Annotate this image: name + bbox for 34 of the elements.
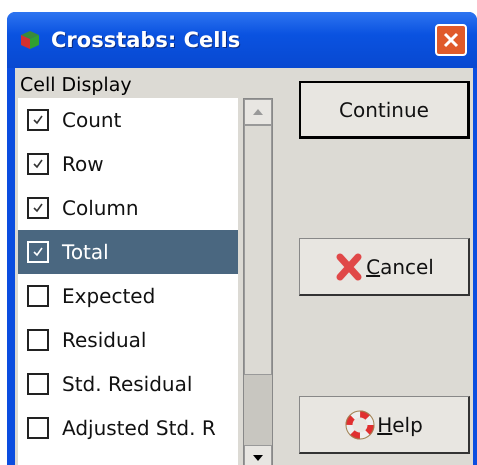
list-item[interactable]: Expected	[18, 274, 238, 318]
checkbox[interactable]	[27, 285, 49, 307]
scroll-thumb[interactable]	[244, 125, 272, 375]
list-item[interactable]: Count	[18, 98, 238, 142]
check-icon	[31, 245, 45, 259]
list-item[interactable]: Column	[18, 186, 238, 230]
x-mark-icon	[334, 252, 364, 282]
help-button[interactable]: Help	[299, 396, 470, 454]
cancel-button[interactable]: Cancel	[299, 238, 470, 296]
check-icon	[31, 201, 45, 215]
close-icon	[442, 31, 460, 49]
scrollbar[interactable]	[243, 98, 273, 465]
checkbox[interactable]	[27, 109, 49, 131]
list-item[interactable]: Row	[18, 142, 238, 186]
up-arrow-icon	[253, 109, 263, 115]
checkbox[interactable]	[27, 417, 49, 439]
window-title: Crosstabs: Cells	[51, 28, 242, 52]
checkbox[interactable]	[27, 329, 49, 351]
checkbox[interactable]	[27, 373, 49, 395]
checkbox[interactable]	[27, 153, 49, 175]
lifebuoy-icon	[345, 410, 376, 440]
list-item[interactable]: Std. Residual	[18, 362, 238, 406]
check-icon	[31, 157, 45, 171]
checkbox[interactable]	[27, 197, 49, 219]
check-icon	[31, 113, 45, 127]
down-arrow-icon	[253, 455, 263, 461]
close-button[interactable]	[435, 24, 467, 56]
scroll-down-button[interactable]	[244, 445, 272, 465]
list-item[interactable]: Total	[18, 230, 238, 274]
list-item[interactable]: Residual	[18, 318, 238, 362]
cube-icon	[19, 29, 41, 51]
list-item[interactable]: Adjusted Std. R	[18, 406, 238, 450]
continue-button[interactable]: Continue	[299, 81, 470, 139]
group-label: Cell Display	[19, 73, 133, 98]
